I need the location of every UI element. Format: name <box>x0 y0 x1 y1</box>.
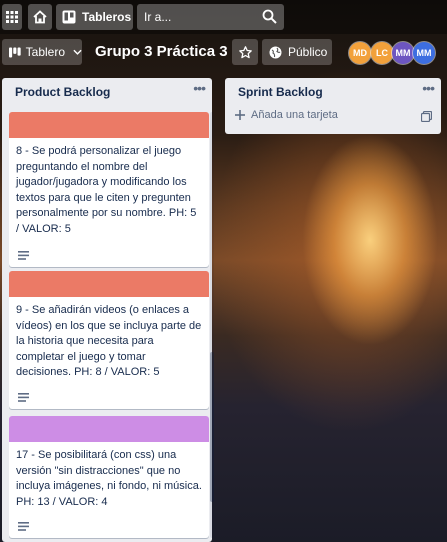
add-card-button[interactable]: Añada una tarjeta <box>235 109 338 121</box>
avatar-initials: LC <box>376 48 388 58</box>
description-icon <box>18 251 29 260</box>
avatar[interactable]: MM <box>392 42 414 64</box>
card-cover <box>9 112 209 138</box>
board-menu-label: Tablero <box>25 45 66 59</box>
list-sprint-backlog: Sprint Backlog ••• Añada una tarjeta <box>225 78 441 134</box>
list-title[interactable]: Sprint Backlog <box>238 85 323 99</box>
visibility-button[interactable]: Público <box>262 39 332 65</box>
card[interactable]: 9 - Se añadirán videos (o enlaces a víde… <box>9 271 209 409</box>
card-title: 8 - Se podrá personalizar el juego pregu… <box>16 145 197 235</box>
add-card-label: Añada una tarjeta <box>251 109 338 121</box>
board-view-dropdown[interactable]: Tablero <box>2 39 82 65</box>
board-title[interactable]: Grupo 3 Práctica 3 <box>95 43 228 60</box>
avatar-initials: MD <box>353 48 367 58</box>
top-navigation-bar: Tableros Ir a... <box>0 0 447 34</box>
chevron-down-icon <box>73 49 82 55</box>
card[interactable]: 17 - Se posibilitará (con css) una versi… <box>9 416 209 538</box>
card-cover <box>9 271 209 297</box>
card-cover <box>9 416 209 442</box>
boards-icon <box>62 10 76 24</box>
star-icon <box>238 45 252 58</box>
home-icon <box>33 10 47 24</box>
globe-icon <box>269 46 282 58</box>
card-title: 9 - Se añadirán videos (o enlaces a víde… <box>16 304 202 378</box>
avatar[interactable]: LC <box>371 42 393 64</box>
card[interactable]: 8 - Se podrá personalizar el juego pregu… <box>9 112 209 267</box>
more-icon: ••• <box>422 80 435 96</box>
list-scrollbar-thumb[interactable] <box>210 352 214 502</box>
visibility-label: Público <box>288 45 328 59</box>
list-menu-button[interactable]: ••• <box>193 80 206 96</box>
apps-button[interactable] <box>2 4 22 30</box>
grid-icon <box>6 11 18 23</box>
board-header: Tablero Grupo 3 Práctica 3 Público MD LC… <box>0 34 447 70</box>
magnifier-icon <box>262 9 277 24</box>
avatar-initials: MM <box>416 48 432 58</box>
search-placeholder: Ir a... <box>144 10 172 24</box>
list-menu-button[interactable]: ••• <box>422 80 435 96</box>
boards-button[interactable]: Tableros <box>56 4 133 30</box>
avatar-initials: MM <box>395 48 411 58</box>
description-icon <box>18 522 29 531</box>
list-product-backlog: Product Backlog ••• 8 - Se podrá persona… <box>2 78 212 542</box>
star-button[interactable] <box>232 39 258 65</box>
boards-label: Tableros <box>82 10 132 24</box>
card-title: 17 - Se posibilitará (con css) una versi… <box>16 449 202 508</box>
description-icon <box>18 393 29 402</box>
avatar[interactable]: MM <box>413 42 435 64</box>
more-icon: ••• <box>193 80 206 96</box>
list-title[interactable]: Product Backlog <box>15 85 110 99</box>
board-icon <box>9 47 21 57</box>
avatar[interactable]: MD <box>349 42 371 64</box>
plus-icon <box>235 110 245 120</box>
card-template-icon[interactable] <box>421 111 432 122</box>
search-input[interactable]: Ir a... <box>137 4 284 30</box>
home-button[interactable] <box>28 4 52 30</box>
